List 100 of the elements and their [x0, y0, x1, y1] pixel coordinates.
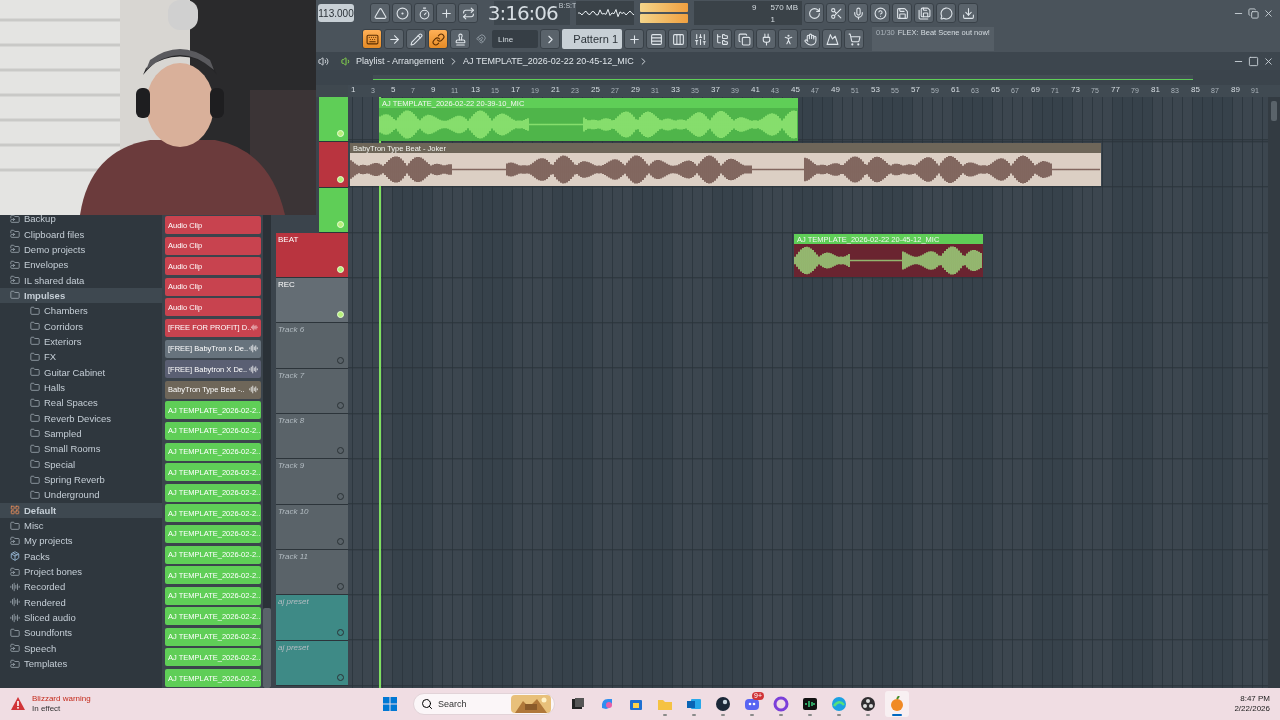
- toolbar-button[interactable]: [414, 3, 434, 23]
- microphone-icon: [851, 6, 865, 20]
- browser-item[interactable]: Clipboard files: [0, 226, 162, 242]
- folder-icon: [30, 305, 40, 316]
- browser-item[interactable]: Reverb Devices: [0, 410, 162, 426]
- toolbar-button[interactable]: [690, 29, 710, 49]
- scrollbar[interactable]: [263, 215, 271, 688]
- tool-button[interactable]: [362, 29, 382, 49]
- browser-item[interactable]: Impulses: [0, 287, 162, 304]
- tempo-field[interactable]: 113.000: [318, 4, 354, 22]
- browser-item[interactable]: Small Rooms: [0, 441, 162, 457]
- toolbar-button[interactable]: [822, 29, 842, 49]
- browser-item[interactable]: IL shared data: [0, 272, 162, 288]
- tool-button[interactable]: [450, 29, 470, 49]
- close-button[interactable]: [1263, 7, 1274, 19]
- toolbar-button[interactable]: [936, 3, 956, 23]
- browser-item[interactable]: My projects: [0, 533, 162, 549]
- browser-item[interactable]: Sampled: [0, 425, 162, 442]
- toolbar-button[interactable]: [436, 3, 456, 23]
- folder-icon: [30, 367, 40, 378]
- browser-item[interactable]: Packs: [0, 548, 162, 564]
- time: 8:47 PM: [1240, 693, 1270, 704]
- snap-dropdown[interactable]: Line: [492, 30, 538, 48]
- browser-item[interactable]: Underground: [0, 487, 162, 503]
- restore-button[interactable]: [1248, 7, 1259, 19]
- toolbar-button[interactable]: [668, 29, 688, 49]
- controller-icon: [744, 696, 760, 712]
- bar-number: 85: [1191, 86, 1200, 95]
- browser-item[interactable]: Default: [0, 502, 162, 518]
- toolbar-button[interactable]: [958, 3, 978, 23]
- tool-button[interactable]: [428, 29, 448, 49]
- pattern-field[interactable]: Pattern 1: [562, 29, 622, 49]
- tool-button[interactable]: [384, 29, 404, 49]
- browser-item[interactable]: Templates: [0, 655, 162, 672]
- browser-item[interactable]: Guitar Cabinet: [0, 364, 162, 380]
- cpu-value: 9: [751, 2, 758, 12]
- browser-item[interactable]: Special: [0, 456, 162, 472]
- toolbar-button[interactable]: [734, 29, 754, 49]
- browser-item[interactable]: Rendered: [0, 594, 162, 610]
- help-icon: [873, 6, 887, 20]
- folder-icon: [30, 474, 40, 485]
- folder-icon: [30, 336, 40, 347]
- browser-item[interactable]: FX: [0, 349, 162, 365]
- folder-icon: [10, 290, 20, 301]
- browser-item[interactable]: Project bones: [0, 563, 162, 580]
- browser-item[interactable]: Recorded: [0, 579, 162, 595]
- browser-item[interactable]: Demo projects: [0, 241, 162, 258]
- browser-item[interactable]: Exteriors: [0, 333, 162, 350]
- browser-item[interactable]: Misc: [0, 517, 162, 534]
- browser-item[interactable]: Real Spaces: [0, 395, 162, 411]
- browser-item[interactable]: Soundfonts: [0, 625, 162, 641]
- toolbar-button[interactable]: [848, 3, 868, 23]
- browser-item[interactable]: Corridors: [0, 318, 162, 334]
- browser-item[interactable]: Speech: [0, 640, 162, 656]
- toolbar-button[interactable]: [458, 3, 478, 23]
- toolbar-button[interactable]: [392, 3, 412, 23]
- folder-icon: [30, 382, 40, 393]
- bar-number: 73: [1071, 86, 1080, 95]
- toolbar-button[interactable]: [778, 29, 798, 49]
- warning-icon: [10, 696, 26, 712]
- browser-item[interactable]: Backup: [0, 211, 162, 227]
- track-header[interactable]: Track 9: [276, 459, 348, 505]
- clock[interactable]: 8:47 PM 2/22/2026: [1234, 693, 1270, 715]
- cart-icon: [847, 32, 861, 46]
- save-all-icon: [917, 6, 931, 20]
- bar-number: 65: [991, 86, 1000, 95]
- toolbar-button[interactable]: [914, 3, 934, 23]
- track-header[interactable]: REC: [276, 278, 348, 324]
- toolbar-button[interactable]: [756, 29, 776, 49]
- toolbar-button[interactable]: [892, 3, 912, 23]
- browser-item[interactable]: Envelopes: [0, 257, 162, 273]
- toolbar-button[interactable]: [712, 29, 732, 49]
- browser-item[interactable]: Sliced audio: [0, 609, 162, 626]
- toolbar-button[interactable]: [826, 3, 846, 23]
- track-header[interactable]: Track 10: [276, 504, 348, 550]
- tool-button[interactable]: [406, 29, 426, 49]
- track-header[interactable]: Track 11: [276, 549, 348, 596]
- window-title: Playlist - Arrangement: [356, 56, 445, 66]
- play-pattern-button[interactable]: [540, 29, 560, 49]
- shop-button[interactable]: [844, 29, 864, 49]
- toolbar-button[interactable]: [804, 3, 824, 23]
- toolbar-button[interactable]: [870, 3, 890, 23]
- browser-item[interactable]: Chambers: [0, 303, 162, 319]
- add-pattern-button[interactable]: [624, 29, 644, 49]
- toolbar-button[interactable]: [370, 3, 390, 23]
- maximize-button[interactable]: [1248, 55, 1259, 67]
- bar-number: 25: [591, 86, 600, 95]
- close-button[interactable]: [1263, 55, 1274, 67]
- toolbar-button[interactable]: [800, 29, 820, 49]
- browser-item[interactable]: Halls: [0, 379, 162, 396]
- track-header[interactable]: BEAT: [276, 232, 348, 279]
- wave-circle-icon: [831, 696, 847, 712]
- track-header[interactable]: Track 6: [276, 323, 348, 369]
- track-header[interactable]: Track 7: [276, 368, 348, 415]
- plus-icon: [627, 32, 641, 46]
- browser-item[interactable]: Spring Reverb: [0, 471, 162, 488]
- toolbar-button[interactable]: [646, 29, 666, 49]
- track-name: aj preset: [278, 597, 309, 607]
- track-header[interactable]: Track 8: [276, 414, 348, 460]
- scrollbar[interactable]: [1268, 97, 1280, 688]
